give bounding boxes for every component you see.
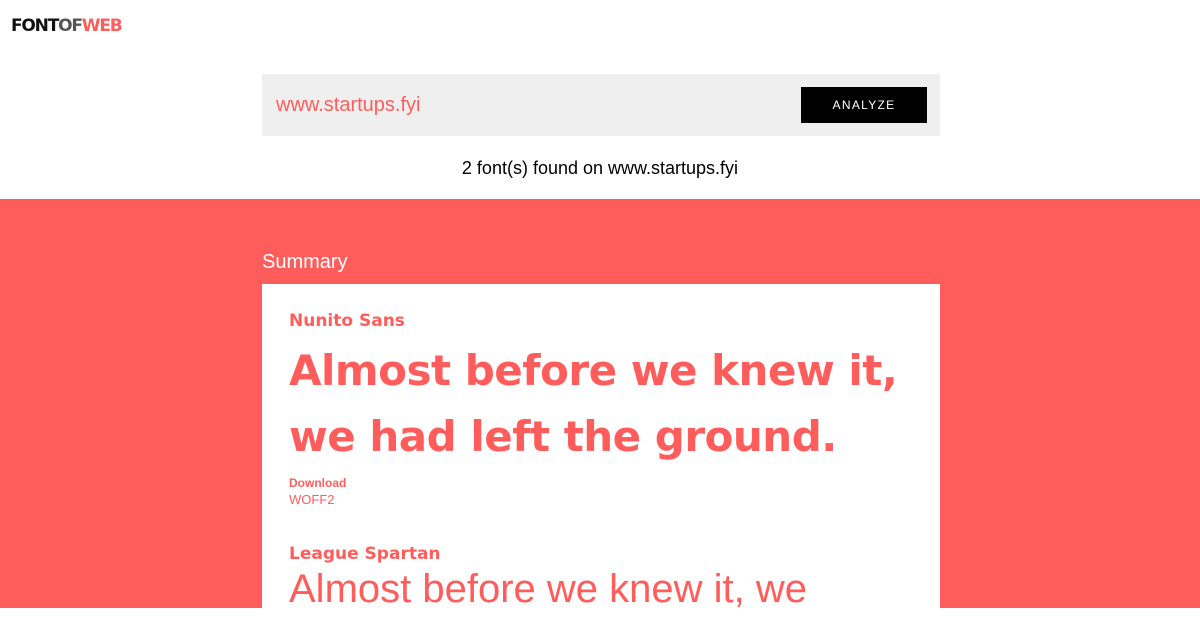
analyze-button[interactable]: ANALYZE: [801, 87, 927, 123]
font-sample-text: Almost before we knew it, we: [289, 567, 807, 611]
font-name: League Spartan: [289, 544, 441, 564]
logo-word-web: WEB: [81, 16, 123, 36]
download-woff2-link[interactable]: WOFF2: [289, 492, 335, 508]
site-logo[interactable]: FONTOFWEB: [11, 16, 123, 36]
font-sample-line: we had left the ground.: [289, 412, 837, 461]
font-name: Nunito Sans: [289, 311, 405, 331]
summary-heading: Summary: [262, 251, 348, 273]
results-section: Summary Nunito Sans Almost before we kne…: [0, 199, 1200, 624]
url-input[interactable]: [276, 86, 776, 124]
search-panel: ANALYZE: [262, 74, 940, 136]
font-entry-league-spartan: League Spartan Almost before we knew it,…: [289, 543, 929, 611]
logo-word-of: OF: [58, 16, 83, 36]
logo-word-font: FONT: [11, 16, 59, 36]
download-label: Download: [289, 476, 347, 490]
font-entry-nunito-sans: Nunito Sans Almost before we knew it, we…: [289, 310, 929, 509]
font-sample-text: Almost before we knew it, we had left th…: [289, 338, 929, 470]
top-bar: FONTOFWEB: [0, 0, 1200, 60]
summary-card: Nunito Sans Almost before we knew it, we…: [262, 284, 940, 624]
font-sample-line: Almost before we knew it,: [289, 346, 898, 395]
result-count-text: 2 font(s) found on www.startups.fyi: [461, 158, 739, 178]
